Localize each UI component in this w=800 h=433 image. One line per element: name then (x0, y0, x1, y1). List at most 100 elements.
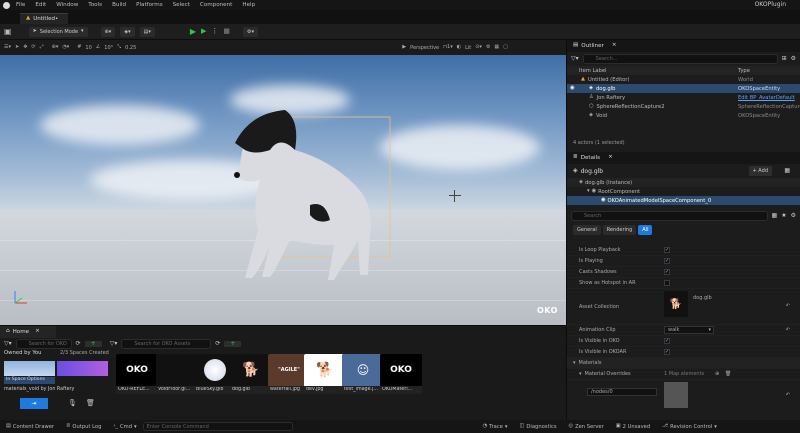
refresh-icon[interactable]: ⟳ (215, 341, 220, 347)
visible-okoar-checkbox[interactable]: ✓ (664, 349, 670, 355)
filter-icon[interactable]: ▽▾ (110, 341, 118, 347)
content-tab[interactable]: Home (13, 329, 30, 335)
expand-icon[interactable]: ▾ (579, 371, 582, 377)
filter-icon[interactable]: ▽▾ (571, 56, 579, 62)
reset-icon[interactable]: ↶ (786, 392, 790, 398)
diagnostics-button[interactable]: ◫ Diagnostics (520, 423, 557, 429)
filter-rendering[interactable]: Rendering (602, 225, 637, 235)
visible-oko-checkbox[interactable]: ✓ (664, 338, 670, 344)
unreal-logo-icon[interactable] (3, 1, 10, 9)
viewport-menu-icon[interactable]: ☰▾ (4, 45, 11, 50)
unsaved-button[interactable]: ▣ 2 Unsaved (616, 423, 650, 429)
add-folder-icon[interactable]: ⊞ (782, 56, 787, 62)
component-row-selected[interactable]: ◉ OKOAnimatedModelSpaceComponent_0 (567, 196, 800, 205)
menu-tools[interactable]: Tools (88, 2, 102, 8)
scale-snap-icon[interactable]: ⤡ (117, 45, 121, 50)
show-icon[interactable]: ⊙▾ (475, 45, 482, 50)
col-item-label[interactable]: Item Label (579, 68, 606, 74)
blueprint-icon[interactable]: ▦ (784, 168, 790, 174)
space-thumbnail-2[interactable] (57, 361, 108, 376)
move-tool-icon[interactable]: ✥ (23, 45, 27, 50)
outliner-row[interactable]: ♙ Jon Raftery Edit BP_AvatarDefault (567, 93, 800, 102)
world-icon[interactable]: ⊕▾ (52, 45, 59, 50)
tab-level[interactable]: ▲ Untitled• (20, 13, 69, 24)
asset-tile[interactable]: 🐕 dog.glb (230, 354, 272, 394)
menu-component[interactable]: Component (200, 2, 232, 8)
rotation-snap-value[interactable]: 10° (104, 45, 113, 51)
asset-tile[interactable]: ☺ test_image.j... (342, 354, 384, 394)
cmd-button[interactable]: ›_ Cmd ▾ (113, 423, 136, 429)
outliner-row-selected[interactable]: ◉ ◈ dog.glb OKOSpaceEntity (567, 84, 800, 93)
lit-button[interactable]: Lit (465, 45, 471, 51)
level-viewport[interactable]: OKO (0, 55, 566, 325)
hotspot-ar-checkbox[interactable] (664, 280, 670, 286)
filter-general[interactable]: General (573, 225, 601, 235)
asset-tile[interactable]: OKO OKOMateri... (380, 354, 422, 394)
materials-section[interactable]: ▾ Materials (567, 358, 800, 369)
loop-playback-checkbox[interactable]: ✓ (664, 247, 670, 253)
close-icon[interactable]: × (612, 43, 617, 49)
content-drawer-button[interactable]: ▤ Content Drawer (6, 423, 54, 429)
lit-icon[interactable]: ◐ (457, 45, 461, 50)
asset-thumbnail[interactable]: 🐕 (664, 291, 688, 317)
output-log-button[interactable]: ≣ Output Log (66, 423, 101, 429)
menu-edit[interactable]: Edit (35, 2, 46, 8)
menu-select[interactable]: Select (173, 2, 190, 8)
asset-tile[interactable]: VoidFloor.gl... (156, 354, 198, 394)
outliner-row[interactable]: ○ SphereReflectionCapture2 SphereReflectio… (567, 102, 800, 111)
asset-tile[interactable]: OKO OKO-REFLE... (116, 354, 158, 394)
in-space-options[interactable]: In Space Options (4, 377, 55, 384)
maximize-icon[interactable]: ▢ (503, 45, 508, 50)
row-type[interactable]: Edit BP_AvatarDefault (738, 95, 795, 101)
scale-tool-icon[interactable]: ⤢ (40, 45, 44, 50)
grid-view-icon[interactable]: ▦ (772, 213, 778, 219)
eye-icon[interactable]: ◉ (570, 85, 575, 91)
select-tool-icon[interactable]: ➤ (15, 45, 19, 50)
menu-window[interactable]: Window (56, 2, 78, 8)
menu-help[interactable]: Help (242, 2, 255, 8)
save-icon[interactable]: ▣ (4, 27, 12, 36)
grid-snap-value[interactable]: 10 (85, 45, 91, 51)
add-component-button[interactable]: + Add (748, 166, 772, 176)
oko-search-input[interactable]: Search for OKO (15, 339, 72, 349)
add-actor-button[interactable]: ⊕▾ (100, 26, 116, 37)
outliner-search-input[interactable]: Search... (582, 54, 778, 64)
animation-clip-select[interactable]: walk ▾ (664, 326, 714, 334)
add-icon[interactable]: + (84, 341, 102, 347)
outliner-row[interactable]: ◈ Void OKOSpaceEntity (567, 111, 800, 120)
scale-snap-value[interactable]: 0.25 (125, 45, 136, 51)
platforms-button[interactable]: ⚙▾ (243, 26, 259, 37)
stop-icon[interactable]: ■ (223, 28, 230, 35)
reset-icon[interactable]: ↶ (786, 327, 790, 333)
camera-icon[interactable]: ▶ (402, 45, 406, 50)
sequencer-button[interactable]: ▤▾ (139, 26, 155, 37)
close-icon[interactable]: × (608, 155, 613, 161)
add-icon[interactable]: + (224, 341, 242, 347)
revision-control-button[interactable]: ⎇ Revision Control ▾ (662, 423, 717, 429)
play-options-icon[interactable]: ▶ (201, 28, 206, 35)
mic-icon[interactable]: 🎙 (68, 400, 77, 407)
space-thumbnail-1[interactable] (4, 361, 55, 376)
close-icon[interactable]: × (35, 329, 40, 335)
view-options-icon[interactable]: ⊓1▾ (443, 45, 453, 50)
trace-button[interactable]: ◔ Trace ▾ (483, 423, 508, 429)
menu-file[interactable]: File (16, 2, 25, 8)
rotation-snap-icon[interactable]: ∠ (96, 45, 100, 50)
add-element-icon[interactable]: ⊕ (715, 371, 719, 377)
filter-all[interactable]: All (638, 225, 653, 235)
outliner-settings-icon[interactable]: ⚙ (791, 56, 796, 62)
details-search-input[interactable]: Search (571, 211, 768, 221)
more-icon[interactable]: ⋮ (211, 28, 218, 35)
menu-platforms[interactable]: Platforms (136, 2, 163, 8)
details-settings-icon[interactable]: ⚙ (791, 213, 796, 219)
selection-mode-button[interactable]: ➤ Selection Mode ▾ (28, 26, 88, 37)
asset-tile[interactable]: 🐕 dev.jpg (304, 354, 346, 394)
asset-search-input[interactable]: Search for OKO Assets (121, 339, 212, 349)
component-instance-row[interactable]: ◈ dog.glb (Instance) (567, 178, 800, 187)
root-component-row[interactable]: ▾ ◉ RootComponent (567, 187, 800, 196)
reset-icon[interactable]: ↶ (786, 304, 790, 309)
favorite-icon[interactable]: ★ (781, 213, 786, 219)
perspective-button[interactable]: Perspective (410, 45, 439, 51)
filter-icon[interactable]: ▽▾ (4, 341, 12, 347)
enter-space-button[interactable]: ⇥ (20, 398, 48, 409)
